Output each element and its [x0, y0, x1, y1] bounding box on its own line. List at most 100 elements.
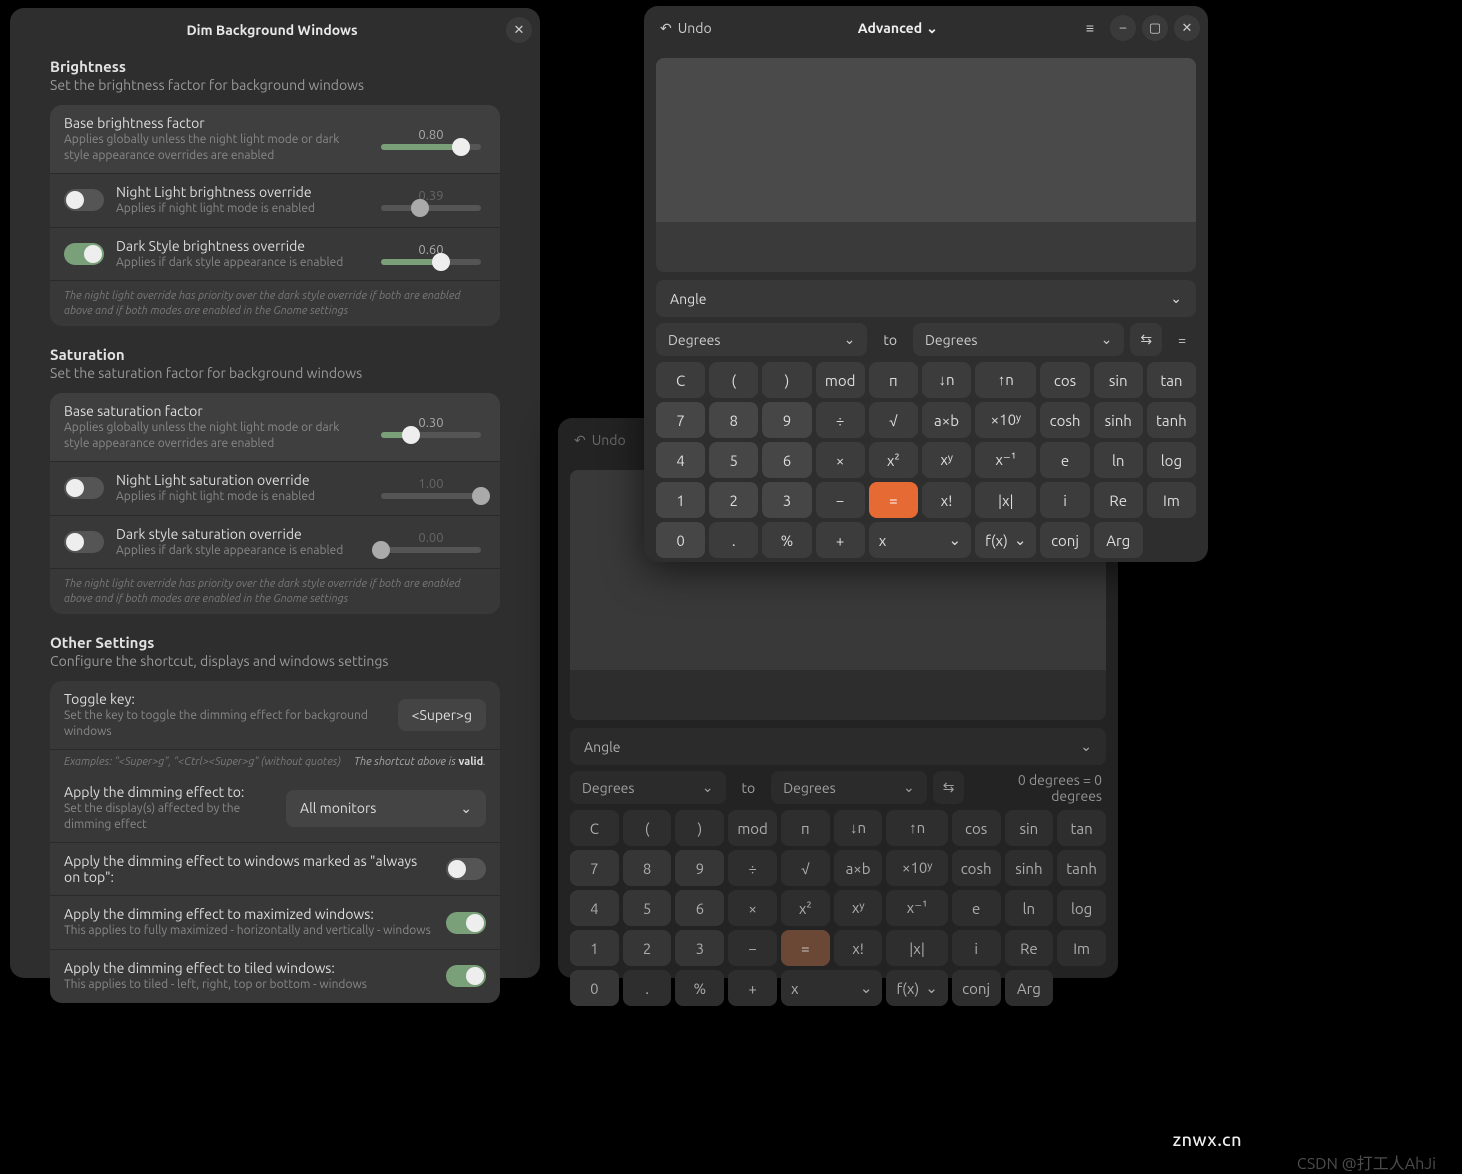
key-9[interactable]: 9 — [675, 850, 724, 886]
key-ln[interactable]: ln — [1005, 890, 1054, 926]
key-6[interactable]: 6 — [675, 890, 724, 926]
dark-brightness-toggle[interactable] — [64, 243, 104, 265]
key-10[interactable]: ×10ʸ — [886, 850, 947, 886]
key-im[interactable]: Im — [1147, 482, 1196, 518]
undo-button-back[interactable]: ↶ Undo — [566, 428, 634, 453]
key-x[interactable]: |x| — [886, 930, 947, 966]
key-re[interactable]: Re — [1094, 482, 1143, 518]
key-tan[interactable]: tan — [1057, 810, 1106, 846]
dark-saturation-toggle[interactable] — [64, 531, 104, 553]
key-ab[interactable]: a×b — [834, 850, 883, 886]
key-log[interactable]: log — [1147, 442, 1196, 478]
key-[interactable]: √ — [781, 850, 830, 886]
key-n[interactable]: ↓n — [834, 810, 883, 846]
key-mod[interactable]: mod — [816, 362, 865, 398]
key-sinh[interactable]: sinh — [1094, 402, 1143, 438]
key-1[interactable]: 1 — [656, 482, 705, 518]
key-[interactable]: % — [762, 522, 811, 558]
key-e[interactable]: e — [1040, 442, 1089, 478]
key-5[interactable]: 5 — [709, 442, 758, 478]
key-0[interactable]: 0 — [570, 970, 619, 1006]
key-[interactable]: − — [728, 930, 777, 966]
close-icon[interactable]: ✕ — [1174, 15, 1200, 41]
night-saturation-toggle[interactable] — [64, 477, 104, 499]
key-i[interactable]: i — [1040, 482, 1089, 518]
key-x[interactable]: x! — [922, 482, 971, 518]
key-x[interactable]: x² — [869, 442, 918, 478]
key-[interactable]: π — [781, 810, 830, 846]
key-6[interactable]: 6 — [762, 442, 811, 478]
key-im[interactable]: Im — [1057, 930, 1106, 966]
key-7[interactable]: 7 — [570, 850, 619, 886]
close-icon[interactable]: ✕ — [506, 17, 532, 43]
key-x-dropdown[interactable]: x⌄ — [781, 970, 882, 1006]
key-[interactable]: ) — [762, 362, 811, 398]
key-c[interactable]: C — [570, 810, 619, 846]
angle-to-select[interactable]: Degrees⌄ — [913, 323, 1124, 356]
always-on-top-toggle[interactable] — [446, 858, 486, 880]
key-conj[interactable]: conj — [952, 970, 1001, 1006]
monitors-select[interactable]: All monitors ⌄ — [286, 790, 486, 827]
key-x[interactable]: x² — [781, 890, 830, 926]
key-cosh[interactable]: cosh — [952, 850, 1001, 886]
calc-display[interactable] — [656, 58, 1196, 222]
key-x[interactable]: xʸ — [922, 442, 971, 478]
key-[interactable]: ÷ — [728, 850, 777, 886]
angle-section[interactable]: Angle ⌄ — [656, 280, 1196, 317]
key-2[interactable]: 2 — [623, 930, 672, 966]
angle-from-select-back[interactable]: Degrees⌄ — [570, 771, 726, 804]
key-n[interactable]: ↑n — [886, 810, 947, 846]
key-sin[interactable]: sin — [1005, 810, 1054, 846]
hamburger-menu-icon[interactable]: ≡ — [1076, 14, 1104, 42]
key-i[interactable]: i — [952, 930, 1001, 966]
key-cos[interactable]: cos — [1040, 362, 1089, 398]
tiled-toggle[interactable] — [446, 965, 486, 987]
key-[interactable]: ( — [623, 810, 672, 846]
key-[interactable]: ( — [709, 362, 758, 398]
key-4[interactable]: 4 — [656, 442, 705, 478]
swap-button[interactable]: ⇆ — [1130, 323, 1162, 356]
key-x[interactable]: xʸ — [834, 890, 883, 926]
key-8[interactable]: 8 — [623, 850, 672, 886]
key-[interactable]: . — [709, 522, 758, 558]
key-equals[interactable]: = — [781, 930, 830, 966]
minimize-icon[interactable]: – — [1110, 15, 1136, 41]
key-tan[interactable]: tan — [1147, 362, 1196, 398]
key-fx-dropdown[interactable]: f(x)⌄ — [975, 522, 1036, 558]
key-0[interactable]: 0 — [656, 522, 705, 558]
maximized-toggle[interactable] — [446, 912, 486, 934]
key-[interactable]: π — [869, 362, 918, 398]
key-[interactable]: ) — [675, 810, 724, 846]
key-2[interactable]: 2 — [709, 482, 758, 518]
night-saturation-slider[interactable] — [381, 493, 481, 499]
key-[interactable]: + — [816, 522, 865, 558]
key-10[interactable]: ×10ʸ — [975, 402, 1036, 438]
key-n[interactable]: ↓n — [922, 362, 971, 398]
key-1[interactable]: 1 — [570, 930, 619, 966]
key-sin[interactable]: sin — [1094, 362, 1143, 398]
key-arg[interactable]: Arg — [1005, 970, 1054, 1006]
key-[interactable]: × — [728, 890, 777, 926]
key-5[interactable]: 5 — [623, 890, 672, 926]
dark-brightness-slider[interactable] — [381, 259, 481, 265]
key-x[interactable]: x⁻¹ — [975, 442, 1036, 478]
base-saturation-slider[interactable] — [381, 432, 481, 438]
key-x[interactable]: x⁻¹ — [886, 890, 947, 926]
key-[interactable]: + — [728, 970, 777, 1006]
key-3[interactable]: 3 — [762, 482, 811, 518]
key-cos[interactable]: cos — [952, 810, 1001, 846]
key-[interactable]: − — [816, 482, 865, 518]
key-cosh[interactable]: cosh — [1040, 402, 1089, 438]
key-n[interactable]: ↑n — [975, 362, 1036, 398]
maximize-icon[interactable]: ▢ — [1142, 15, 1168, 41]
key-[interactable]: × — [816, 442, 865, 478]
key-7[interactable]: 7 — [656, 402, 705, 438]
key-arg[interactable]: Arg — [1094, 522, 1143, 558]
angle-to-select-back[interactable]: Degrees⌄ — [771, 771, 927, 804]
key-9[interactable]: 9 — [762, 402, 811, 438]
key-sinh[interactable]: sinh — [1005, 850, 1054, 886]
undo-button[interactable]: ↶ Undo — [652, 16, 720, 41]
key-x[interactable]: x! — [834, 930, 883, 966]
base-brightness-slider[interactable] — [381, 144, 481, 150]
key-8[interactable]: 8 — [709, 402, 758, 438]
